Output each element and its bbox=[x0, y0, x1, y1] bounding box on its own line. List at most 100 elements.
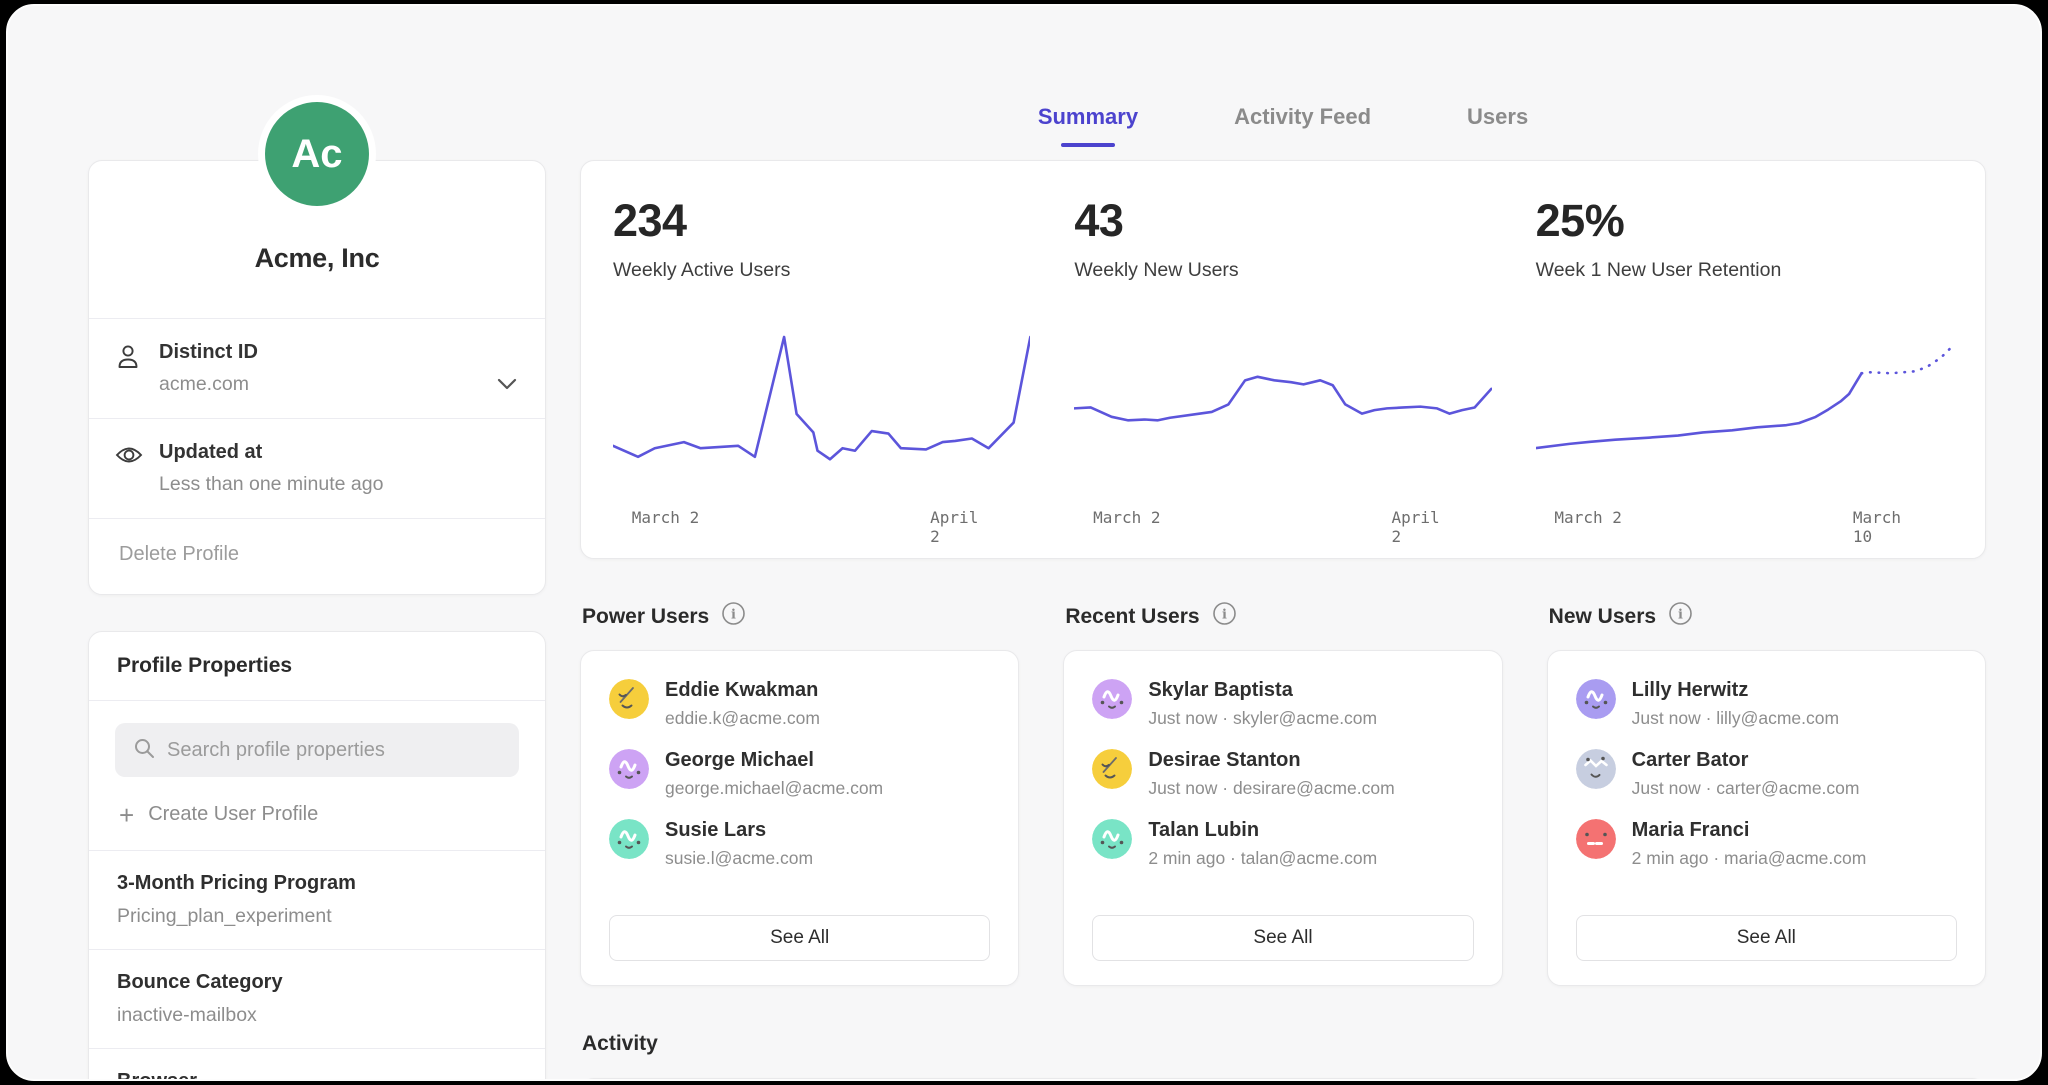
power-users-card: Eddie Kwakman eddie.k@acme.com George Mi… bbox=[580, 650, 1019, 986]
company-initials: Ac bbox=[291, 132, 342, 177]
user-name: Carter Bator bbox=[1632, 749, 1860, 772]
stat-weekly-new-users: 43 Weekly New Users March 2 April 2 bbox=[1074, 195, 1491, 534]
stat-label: Weekly New Users bbox=[1074, 259, 1491, 282]
user-row[interactable]: Talan Lubin 2 min ago · talan@acme.com bbox=[1092, 819, 1473, 869]
weekly-new-users-chart: March 2 April 2 bbox=[1074, 324, 1491, 534]
x-axis-ticks: March 2 March 10 bbox=[1536, 508, 1953, 534]
user-avatar bbox=[609, 819, 649, 859]
see-all-button[interactable]: See All bbox=[1576, 915, 1957, 961]
profile-properties-card: Profile Properties + Create User Profile… bbox=[88, 631, 546, 1081]
x-tick: March 2 bbox=[632, 508, 699, 527]
person-icon bbox=[115, 341, 145, 396]
stat-label: Week 1 New User Retention bbox=[1536, 259, 1953, 282]
user-avatar bbox=[609, 749, 649, 789]
user-detail: Just now · skyler@acme.com bbox=[1148, 708, 1377, 729]
user-avatar bbox=[1576, 819, 1616, 859]
user-row[interactable]: Maria Franci 2 min ago · maria@acme.com bbox=[1576, 819, 1957, 869]
row-value: acme.com bbox=[159, 373, 258, 396]
profile-sidebar: Ac Acme, Inc Distinct ID acme.com bbox=[88, 6, 546, 1081]
section-title: Power Users bbox=[582, 605, 709, 629]
weekly-active-users-chart: March 2 April 2 bbox=[613, 324, 1030, 534]
tab-users[interactable]: Users bbox=[1467, 102, 1528, 132]
activity-section-title: Activity bbox=[582, 1032, 1984, 1056]
property-value: Pricing_plan_experiment bbox=[117, 905, 517, 928]
user-detail: 2 min ago · talan@acme.com bbox=[1148, 848, 1377, 869]
tab-activity-feed[interactable]: Activity Feed bbox=[1234, 102, 1371, 132]
stat-week1-retention: 25% Week 1 New User Retention March 2 Ma… bbox=[1536, 195, 1953, 534]
delete-profile-button[interactable]: Delete Profile bbox=[89, 518, 545, 594]
x-tick: March 2 bbox=[1093, 508, 1160, 527]
property-row[interactable]: Browser Chrome bbox=[89, 1048, 545, 1081]
user-name: Desirae Stanton bbox=[1148, 749, 1394, 772]
user-avatar bbox=[1092, 679, 1132, 719]
search-profile-properties[interactable] bbox=[115, 723, 519, 777]
user-row[interactable]: George Michael george.michael@acme.com bbox=[609, 749, 990, 799]
user-name: Eddie Kwakman bbox=[665, 679, 820, 702]
new-users-section: New Users i Lilly Herwitz Just now · lil… bbox=[1547, 601, 1986, 986]
stat-label: Weekly Active Users bbox=[613, 259, 1030, 282]
x-tick: March 10 bbox=[1853, 508, 1920, 546]
x-axis-ticks: March 2 April 2 bbox=[1074, 508, 1491, 534]
user-avatar bbox=[1576, 749, 1616, 789]
tab-bar: Summary Activity Feed Users bbox=[580, 102, 1986, 132]
user-row[interactable]: Lilly Herwitz Just now · lilly@acme.com bbox=[1576, 679, 1957, 729]
property-name: Bounce Category bbox=[117, 971, 517, 994]
stat-value: 25% bbox=[1536, 195, 1953, 247]
user-avatar bbox=[1092, 749, 1132, 789]
property-row[interactable]: Bounce Category inactive-mailbox bbox=[89, 949, 545, 1048]
row-value: Less than one minute ago bbox=[159, 473, 383, 496]
user-name: Talan Lubin bbox=[1148, 819, 1377, 842]
user-name: George Michael bbox=[665, 749, 883, 772]
stat-value: 234 bbox=[613, 195, 1030, 247]
search-input[interactable] bbox=[167, 739, 501, 762]
svg-text:i: i bbox=[1678, 608, 1683, 623]
recent-users-card: Skylar Baptista Just now · skyler@acme.c… bbox=[1063, 650, 1502, 986]
svg-text:i: i bbox=[731, 608, 736, 623]
user-name: Maria Franci bbox=[1632, 819, 1867, 842]
chevron-down-icon[interactable] bbox=[497, 377, 517, 395]
stat-weekly-active-users: 234 Weekly Active Users March 2 April 2 bbox=[613, 195, 1030, 534]
user-detail: eddie.k@acme.com bbox=[665, 708, 820, 729]
user-detail: susie.l@acme.com bbox=[665, 848, 813, 869]
user-row[interactable]: Carter Bator Just now · carter@acme.com bbox=[1576, 749, 1957, 799]
property-row[interactable]: 3-Month Pricing Program Pricing_plan_exp… bbox=[89, 850, 545, 949]
user-row[interactable]: Skylar Baptista Just now · skyler@acme.c… bbox=[1092, 679, 1473, 729]
eye-icon bbox=[115, 441, 145, 496]
info-icon[interactable]: i bbox=[1212, 601, 1237, 632]
section-title: Recent Users bbox=[1065, 605, 1199, 629]
user-avatar bbox=[1576, 679, 1616, 719]
property-value: inactive-mailbox bbox=[117, 1004, 517, 1027]
property-name: Browser bbox=[117, 1070, 517, 1081]
distinct-id-row: Distinct ID acme.com bbox=[89, 318, 545, 418]
plus-icon: + bbox=[119, 805, 134, 825]
info-icon[interactable]: i bbox=[721, 601, 746, 632]
user-name: Lilly Herwitz bbox=[1632, 679, 1839, 702]
user-name: Skylar Baptista bbox=[1148, 679, 1377, 702]
summary-stats-card: 234 Weekly Active Users March 2 April 2 … bbox=[580, 160, 1986, 559]
user-avatar bbox=[609, 679, 649, 719]
user-row[interactable]: Susie Lars susie.l@acme.com bbox=[609, 819, 990, 869]
section-title: New Users bbox=[1549, 605, 1656, 629]
user-detail: 2 min ago · maria@acme.com bbox=[1632, 848, 1867, 869]
row-label: Distinct ID bbox=[159, 341, 258, 364]
new-users-card: Lilly Herwitz Just now · lilly@acme.com … bbox=[1547, 650, 1986, 986]
create-user-profile-label: Create User Profile bbox=[148, 803, 318, 826]
profile-card: Ac Acme, Inc Distinct ID acme.com bbox=[88, 160, 546, 595]
user-row[interactable]: Eddie Kwakman eddie.k@acme.com bbox=[609, 679, 990, 729]
x-tick: March 2 bbox=[1554, 508, 1621, 527]
activity-card: 234 240 3.4k bbox=[580, 1078, 1986, 1081]
user-sections: Power Users i Eddie Kwakman eddie.k@acme… bbox=[580, 601, 1986, 986]
see-all-button[interactable]: See All bbox=[609, 915, 990, 961]
main-content: Summary Activity Feed Users 234 Weekly A… bbox=[580, 6, 1986, 1081]
x-tick: April 2 bbox=[1391, 508, 1458, 546]
user-row[interactable]: Desirae Stanton Just now · desirare@acme… bbox=[1092, 749, 1473, 799]
info-icon[interactable]: i bbox=[1668, 601, 1693, 632]
recent-users-section: Recent Users i Skylar Baptista Just now … bbox=[1063, 601, 1502, 986]
svg-text:i: i bbox=[1222, 608, 1227, 623]
user-detail: george.michael@acme.com bbox=[665, 778, 883, 799]
create-user-profile-button[interactable]: + Create User Profile bbox=[119, 803, 515, 826]
user-detail: Just now · desirare@acme.com bbox=[1148, 778, 1394, 799]
user-detail: Just now · lilly@acme.com bbox=[1632, 708, 1839, 729]
see-all-button[interactable]: See All bbox=[1092, 915, 1473, 961]
tab-summary[interactable]: Summary bbox=[1038, 102, 1138, 132]
